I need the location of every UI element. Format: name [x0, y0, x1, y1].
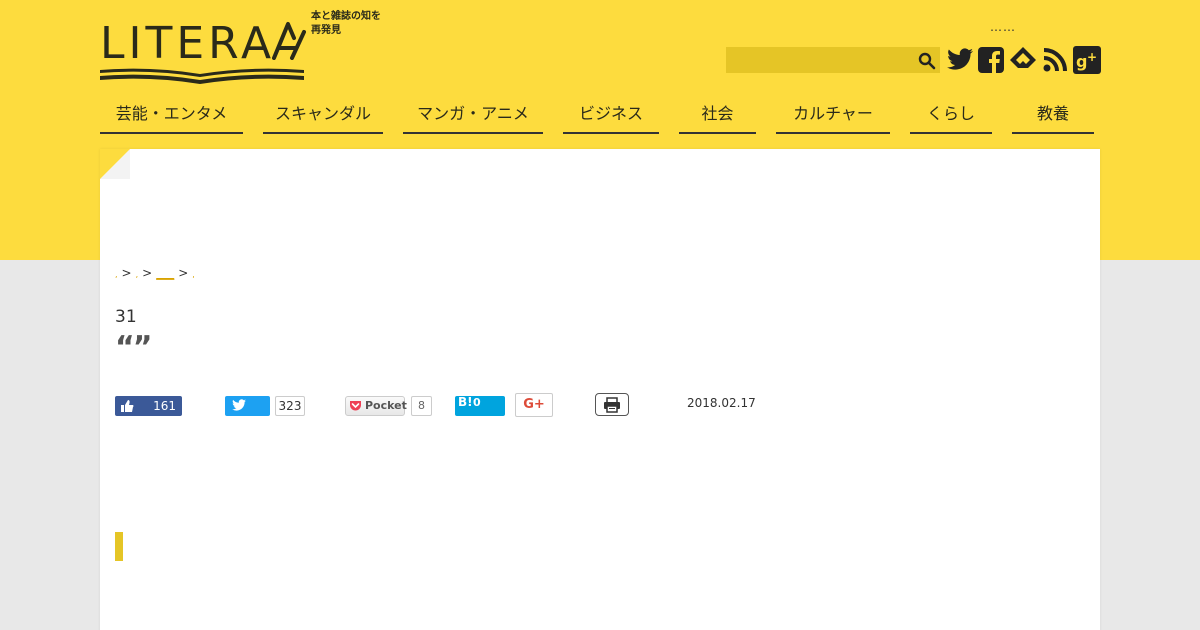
breadcrumb-separator: > [142, 266, 153, 280]
breadcrumb-separator: > [121, 266, 132, 280]
pocket-icon [350, 401, 361, 411]
svg-text:g: g [1076, 52, 1087, 71]
nav-manga-anime[interactable]: マンガ・アニメ [403, 98, 543, 134]
print-button[interactable] [595, 393, 629, 416]
facebook-icon[interactable] [976, 45, 1006, 75]
breadcrumb-link-category[interactable]: , [136, 270, 139, 279]
site-logo[interactable]: LITERA 本と雑誌の知を再発見 [100, 10, 381, 86]
article-date: 2018.02.17 [687, 396, 756, 410]
pocket-label: Pocket [365, 399, 407, 412]
twitter-share-count: 323 [275, 396, 305, 416]
facebook-like-count: 161 [153, 399, 176, 413]
article-title-number: 31 [115, 307, 137, 327]
breadcrumb-link-home[interactable]: , [115, 270, 118, 279]
facebook-like-button[interactable]: 161 [115, 396, 182, 416]
nav-lifestyle[interactable]: くらし [910, 98, 992, 134]
pocket-save-button[interactable]: Pocket [345, 396, 407, 416]
hatena-bookmark-button[interactable]: B! 0 [455, 395, 505, 416]
google-plus-icon[interactable]: g + [1072, 45, 1102, 75]
breadcrumb-current: , [192, 270, 195, 279]
search-bar [726, 47, 940, 73]
twitter-bird-icon [232, 399, 246, 411]
nav-scandal[interactable]: スキャンダル [263, 98, 383, 134]
pocket-count: 8 [411, 396, 432, 416]
logo-a-mark-icon [272, 22, 306, 60]
breadcrumb-link-section[interactable]: ___ [156, 266, 174, 280]
article-title-quotes: “” [115, 330, 152, 365]
header-dots: …… [990, 20, 1016, 34]
search-icon[interactable] [918, 52, 936, 70]
hatena-label: B! [458, 395, 473, 409]
nav-business[interactable]: ビジネス [563, 98, 659, 134]
hatena-count: 0 [473, 396, 481, 409]
rss-icon[interactable] [1040, 45, 1070, 75]
twitter-share-button[interactable] [225, 396, 270, 416]
search-input[interactable] [732, 50, 912, 70]
breadcrumb-separator: > [178, 266, 189, 280]
breadcrumb: , >, > ___ >, [115, 266, 195, 280]
thumbs-up-icon [121, 400, 134, 412]
printer-icon [604, 397, 620, 413]
logo-book-icon [100, 68, 304, 84]
nav-culture[interactable]: カルチャー [776, 98, 890, 134]
logo-tagline: 本と雑誌の知を再発見 [311, 11, 381, 36]
card-fold-shadow [100, 149, 130, 179]
twitter-icon[interactable] [945, 45, 975, 75]
nav-society[interactable]: 社会 [679, 98, 756, 134]
section-heading-marker [115, 532, 123, 561]
svg-text:+: + [1087, 50, 1097, 64]
feedly-icon[interactable] [1008, 45, 1038, 75]
article-card [100, 149, 1100, 630]
nav-entertainment[interactable]: 芸能・エンタメ [100, 98, 243, 134]
nav-education[interactable]: 教養 [1012, 98, 1094, 134]
google-plus-share-button[interactable]: G+ [515, 393, 553, 417]
